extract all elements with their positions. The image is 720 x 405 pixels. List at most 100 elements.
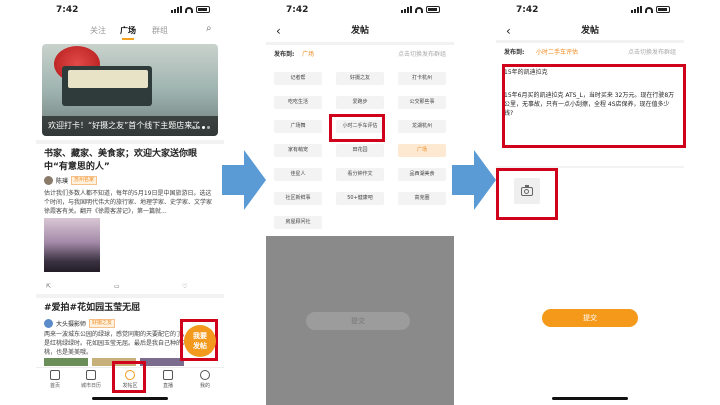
author-tag: 好摄之友 xyxy=(89,318,116,328)
publish-label: 发布到: xyxy=(504,49,525,56)
like-icon[interactable]: ♡ xyxy=(182,283,187,290)
new-post-fab[interactable]: 我要 发帖 xyxy=(184,325,216,357)
group-chip[interactable]: 高克圈 xyxy=(398,192,446,205)
post-excerpt: 两来一波城东公园的绿球，感觉同期的天要配它的了，正是红桃绿绿时。花如园玉莹无屈。… xyxy=(44,331,195,356)
share-icon[interactable]: ⇱ xyxy=(46,283,51,290)
group-chip[interactable]: 品西湖美食 xyxy=(398,168,446,181)
feed-tabs: 关注 广场 群组 ⌕ xyxy=(36,22,224,40)
post-author: 陈璞 苏州名家 xyxy=(44,175,98,185)
page-title: 发帖 xyxy=(350,26,369,36)
fab-label: 我要 xyxy=(193,332,207,340)
status-icons xyxy=(631,6,670,13)
publish-value: 小时二手车评估 xyxy=(536,49,579,56)
group-chip-selected[interactable]: 广场 xyxy=(398,144,446,157)
banner-carousel[interactable]: 欢迎打卡！“好摄之友”首个线下主题店来了 xyxy=(42,44,218,136)
home-indicator xyxy=(552,397,628,400)
publish-label: 发布到: xyxy=(274,51,295,58)
comment-icon[interactable]: ▭ xyxy=(114,283,120,290)
flow-arrow xyxy=(452,150,496,210)
carousel-dots xyxy=(192,126,210,129)
publish-value: 广场 xyxy=(302,51,315,58)
avatar xyxy=(44,318,53,328)
group-chip[interactable]: 社区新鲜事 xyxy=(274,192,322,205)
group-chip[interactable]: 房屋顾问社 xyxy=(274,216,322,229)
group-chip[interactable]: 爱跑步 xyxy=(336,96,384,109)
group-chip[interactable]: 记者帮 xyxy=(274,72,322,85)
profile-icon xyxy=(200,370,210,380)
nav-live[interactable]: 直播 xyxy=(153,370,183,389)
publish-hint: 点击切换发布群组 xyxy=(627,49,676,56)
highlight-add-photo xyxy=(496,168,558,220)
home-indicator xyxy=(92,397,168,400)
battery-icon xyxy=(656,6,670,13)
highlight-post-editor xyxy=(502,64,686,148)
group-chip[interactable]: 广场舞 xyxy=(274,120,322,133)
nav-me[interactable]: 我的 xyxy=(190,370,220,389)
battery-icon xyxy=(426,6,440,13)
group-chip[interactable]: 吃吃生活 xyxy=(274,96,322,109)
group-chip[interactable]: 龙湖杭州 xyxy=(398,120,446,133)
signal-icon xyxy=(171,6,182,13)
publish-target-bar[interactable]: 发布到: 广场 点击切换发布群组 xyxy=(266,46,454,64)
author-name: 大头摄影师 xyxy=(56,320,87,328)
divider xyxy=(36,140,224,144)
group-chip[interactable]: 打卡杭州 xyxy=(398,72,446,85)
status-bar: 7:42 xyxy=(36,0,224,20)
tab-square[interactable]: 广场 xyxy=(120,25,136,40)
battery-icon xyxy=(196,6,210,13)
post-author: 大头摄影师 好摄之友 xyxy=(44,318,116,328)
post-excerpt: 估计我们多数人都不知道，每年的5月19日是中国旅游日。选这个时间，与我国明代伟大… xyxy=(44,190,213,215)
group-chip[interactable]: 佳星人 xyxy=(274,168,322,181)
wifi-icon xyxy=(645,7,653,13)
nav-label: 城市日历 xyxy=(80,383,101,389)
group-chip[interactable]: 50+健康吧 xyxy=(336,192,384,205)
divider xyxy=(266,42,454,45)
post-thumbnail[interactable] xyxy=(44,218,100,272)
status-icons xyxy=(401,6,440,13)
nav-label: 我的 xyxy=(199,383,210,389)
status-bar: 7:42 xyxy=(496,0,684,20)
divider xyxy=(36,294,224,298)
flow-arrow xyxy=(222,150,266,210)
fab-label: 发帖 xyxy=(193,342,207,350)
post-title[interactable]: #爱拍#花如园玉莹无屈 xyxy=(44,302,216,315)
calendar-icon xyxy=(86,370,96,380)
status-time: 7:42 xyxy=(516,5,539,15)
signal-icon xyxy=(631,6,642,13)
wifi-icon xyxy=(185,7,193,13)
signal-icon xyxy=(401,6,412,13)
tab-follow[interactable]: 关注 xyxy=(90,25,106,36)
group-chip[interactable]: 家有萌宠 xyxy=(274,144,322,157)
nav-home[interactable]: 首页 xyxy=(40,370,70,389)
home-icon xyxy=(50,370,60,380)
live-icon xyxy=(163,370,173,380)
group-chip[interactable]: 好摄之友 xyxy=(336,72,384,85)
group-chip[interactable]: 看分钟作文 xyxy=(336,168,384,181)
nav-label: 直播 xyxy=(162,383,173,389)
post-image[interactable] xyxy=(44,358,88,366)
divider xyxy=(496,40,684,43)
group-chip[interactable]: 公交那些事 xyxy=(398,96,446,109)
post-image[interactable] xyxy=(140,358,184,366)
submit-button-disabled[interactable]: 提交 xyxy=(306,312,410,330)
author-name: 陈璞 xyxy=(56,177,69,185)
submit-button[interactable]: 提交 xyxy=(542,309,638,327)
page-title: 发帖 xyxy=(580,26,599,36)
banner-sign-image xyxy=(68,70,148,88)
tab-groups[interactable]: 群组 xyxy=(152,25,168,36)
search-icon[interactable]: ⌕ xyxy=(206,23,212,34)
nav-label: 首页 xyxy=(49,383,60,389)
avatar xyxy=(44,175,53,185)
status-icons xyxy=(171,6,210,13)
publish-target-bar[interactable]: 发布到: 小时二手车评估 点击切换发布群组 xyxy=(496,44,684,62)
publish-hint: 点击切换发布群组 xyxy=(397,51,446,58)
highlight-post-zone xyxy=(112,361,146,393)
author-tag: 苏州名家 xyxy=(71,175,98,185)
post-title[interactable]: 书家、藏家、美食家；欢迎大家送你眼中“有意思的人” xyxy=(44,148,216,174)
status-time: 7:42 xyxy=(286,5,309,15)
status-bar: 7:42 xyxy=(266,0,454,20)
wifi-icon xyxy=(415,7,423,13)
nav-calendar[interactable]: 城市日历 xyxy=(76,370,106,389)
group-chip[interactable]: 田花园 xyxy=(336,144,384,157)
phone-choose-group: 7:42 ‹ 发帖 发布到: 广场 点击切换发布群组 记者帮 好摄之友 打卡杭州… xyxy=(266,0,454,405)
